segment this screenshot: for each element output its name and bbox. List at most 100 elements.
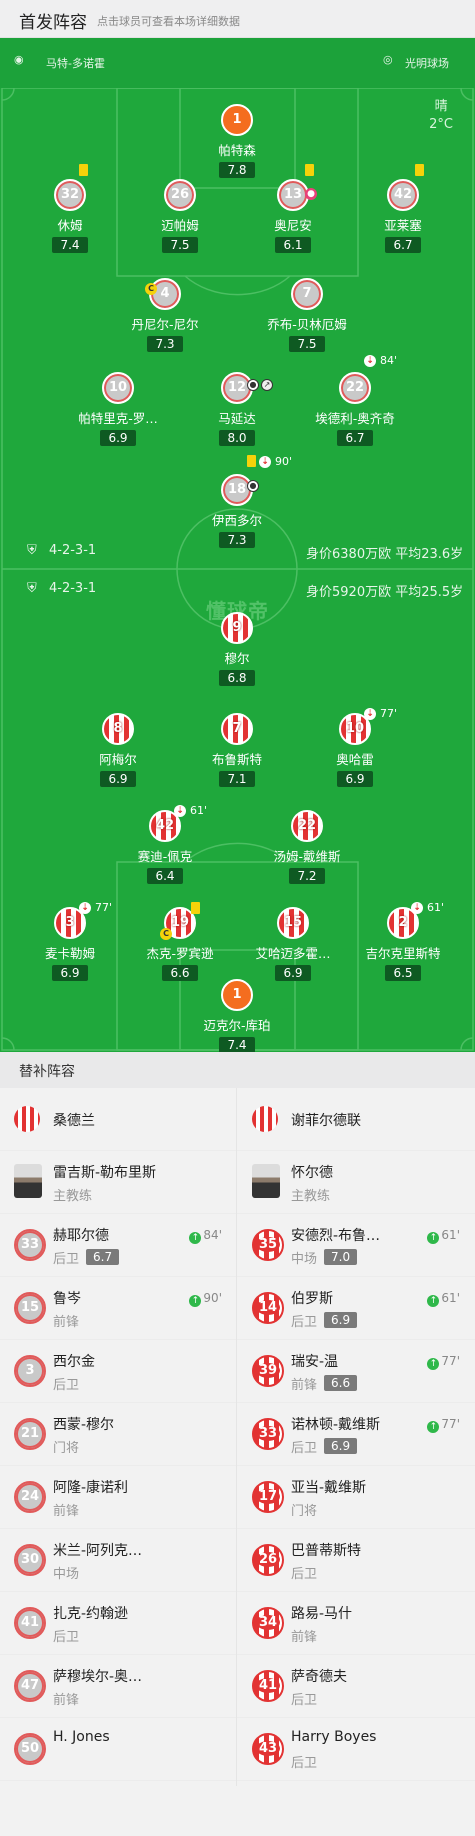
sub-player-left[interactable]: 24 阿隆-康诺利 前锋 bbox=[0, 1466, 236, 1529]
player-bottom[interactable]: 42 赛迪-佩克 6.4 bbox=[90, 810, 240, 884]
sub-player-left[interactable]: 33 赫耶尔德 后卫 6.7 ↑ 84' bbox=[0, 1214, 236, 1277]
sub-player-right[interactable]: 17 亚当-戴维斯 门将 bbox=[238, 1466, 474, 1529]
player-bottom[interactable]: 10 奥哈雷 6.9 bbox=[280, 713, 430, 787]
sub-off-icon: ⇣ bbox=[174, 805, 186, 817]
coach-right[interactable]: 怀尔德 主教练 bbox=[238, 1151, 474, 1214]
sub-player-left[interactable]: 15 鲁岑 前锋 ↑ 90' bbox=[0, 1277, 236, 1340]
sub-position: 后卫 bbox=[291, 1441, 318, 1456]
sub-position: 中场 bbox=[53, 1567, 80, 1582]
player-name: 赛迪-佩克 bbox=[137, 849, 193, 864]
sub-player-right[interactable]: 14 伯罗斯 后卫 6.9 ↑ 61' bbox=[238, 1277, 474, 1340]
coach-left[interactable]: 雷吉斯-勒布里斯 主教练 bbox=[0, 1151, 236, 1214]
player-top[interactable]: 18 伊西多尔 7.3 bbox=[162, 474, 312, 548]
sub-player-left[interactable]: 21 西蒙-穆尔 门将 bbox=[0, 1403, 236, 1466]
goal-icon: ● bbox=[247, 379, 259, 391]
sub-in-icon: ↑ bbox=[427, 1232, 440, 1244]
subs-row: 47 萨穆埃尔-奥… 前锋 41 萨奇德夫 后卫 bbox=[0, 1655, 475, 1718]
sub-in-minute: 61' bbox=[441, 1228, 460, 1242]
shirt-number-text: 33 bbox=[255, 1426, 281, 1441]
team-header-right: 谢菲尔德联 bbox=[238, 1088, 474, 1151]
sub-name: 萨奇德夫 bbox=[291, 1669, 347, 1685]
weather-text: 晴 bbox=[434, 99, 448, 114]
player-name: 奥哈雷 bbox=[336, 752, 374, 767]
sub-player-left[interactable]: 30 米兰-阿列克… 中场 bbox=[0, 1529, 236, 1592]
sub-player-right[interactable]: 33 诺林顿-戴维斯 后卫 6.9 ↑ 77' bbox=[238, 1403, 474, 1466]
subs-header: 替补阵容 bbox=[0, 1052, 475, 1088]
sub-in-time: ↑ 90' bbox=[189, 1291, 222, 1307]
subs-row: 雷吉斯-勒布里斯 主教练 怀尔德 主教练 bbox=[0, 1151, 475, 1214]
sub-player-right[interactable]: 43 Harry Boyes 后卫 bbox=[238, 1718, 474, 1781]
player-bottom[interactable]: 2 吉尔克里斯特 6.5 bbox=[328, 907, 475, 981]
player-top[interactable]: 1 帕特森 7.8 bbox=[162, 104, 312, 178]
sub-off-icon: ⇣ bbox=[364, 708, 376, 720]
subs-row: 桑德兰 谢菲尔德联 bbox=[0, 1088, 475, 1151]
sub-player-right[interactable]: 41 萨奇德夫 后卫 bbox=[238, 1655, 474, 1718]
shirt-number: 7 bbox=[221, 713, 253, 745]
coach-avatar bbox=[14, 1164, 42, 1198]
shirt-number: 15 bbox=[14, 1292, 46, 1324]
event-time-ohare: 77' bbox=[380, 707, 398, 720]
sub-in-time: ↑ 61' bbox=[427, 1291, 460, 1307]
shirt-number: 41 bbox=[14, 1607, 46, 1639]
lineup-title: 首发阵容 bbox=[19, 13, 87, 33]
player-rating: 6.9 bbox=[100, 771, 136, 787]
player-rating: 6.9 bbox=[337, 771, 373, 787]
sub-player-left[interactable]: 47 萨穆埃尔-奥… 前锋 bbox=[0, 1655, 236, 1718]
referee-name: 马特-多诺霍 bbox=[46, 57, 105, 70]
sub-player-left[interactable]: 3 西尔金 后卫 bbox=[0, 1340, 236, 1403]
sub-name: 西蒙-穆尔 bbox=[53, 1417, 115, 1433]
shirt-number: 30 bbox=[14, 1544, 46, 1576]
sub-in-minute: 90' bbox=[203, 1291, 222, 1305]
shirt-number: 8 bbox=[102, 713, 134, 745]
sub-player-right[interactable]: 39 瑞安-温 前锋 6.6 ↑ 77' bbox=[238, 1340, 474, 1403]
shirt-number: 50 bbox=[14, 1733, 46, 1765]
sub-name: 扎克-约翰逊 bbox=[53, 1606, 129, 1622]
sub-position: 后卫 bbox=[291, 1567, 318, 1582]
yellow-card-icon bbox=[191, 902, 200, 914]
home-crest-small: ⛨ bbox=[27, 581, 37, 596]
sub-player-right[interactable]: 35 安德烈-布鲁… 中场 7.0 ↑ 61' bbox=[238, 1214, 474, 1277]
lineup-header: 首发阵容 点击球员可查看本场详细数据 bbox=[0, 0, 475, 38]
player-bottom[interactable]: 22 汤姆-戴维斯 7.2 bbox=[232, 810, 382, 884]
player-bottom[interactable]: 9 穆尔 6.8 bbox=[162, 612, 312, 686]
player-top[interactable]: 42 亚莱塞 6.7 bbox=[328, 179, 475, 253]
sub-player-left[interactable]: 50 H. Jones bbox=[0, 1718, 236, 1781]
own-goal-icon: ● bbox=[305, 188, 317, 200]
shirt-number-text: 39 bbox=[255, 1363, 281, 1378]
sub-position: 前锋 bbox=[53, 1504, 80, 1519]
sub-off-icon: ⇣ bbox=[259, 456, 271, 468]
away-formation: 4-2-3-1 bbox=[49, 543, 97, 558]
sub-name: H. Jones bbox=[53, 1729, 110, 1745]
sub-position: 后卫 bbox=[53, 1378, 80, 1393]
sub-rating: 6.9 bbox=[324, 1438, 358, 1454]
player-rating: 6.7 bbox=[385, 237, 421, 253]
sub-position: 后卫 bbox=[291, 1693, 318, 1708]
sub-player-right[interactable]: 34 路易-马什 前锋 bbox=[238, 1592, 474, 1655]
shirt-number-text: 34 bbox=[255, 1615, 281, 1630]
sub-name: 巴普蒂斯特 bbox=[291, 1543, 361, 1559]
sub-player-left[interactable]: 41 扎克-约翰逊 后卫 bbox=[0, 1592, 236, 1655]
shirt-number-text: 47 bbox=[20, 1678, 40, 1693]
home-value: 身价5920万欧 平均25.5岁 bbox=[306, 585, 464, 600]
sub-name: 阿隆-康诺利 bbox=[53, 1480, 129, 1496]
player-bottom[interactable]: 1 迈克尔-库珀 7.4 bbox=[162, 979, 312, 1052]
player-top[interactable]: 7 乔布-贝林厄姆 7.5 bbox=[232, 278, 382, 352]
sub-in-minute: 77' bbox=[441, 1354, 460, 1368]
player-rating: 7.4 bbox=[52, 237, 88, 253]
temperature: 2°C bbox=[429, 117, 453, 132]
shirt-number: 26 bbox=[252, 1544, 284, 1576]
sub-name: 鲁岑 bbox=[53, 1291, 81, 1307]
player-top[interactable]: 4 丹尼尔-尼尔 7.3 bbox=[90, 278, 240, 352]
sub-player-right[interactable]: 26 巴普蒂斯特后卫 bbox=[238, 1529, 474, 1592]
sub-name: 怀尔德 bbox=[291, 1165, 333, 1181]
shirt-number: 22 bbox=[339, 372, 371, 404]
player-name: 乔布-贝林厄姆 bbox=[267, 317, 347, 332]
team-header-left: 桑德兰 bbox=[0, 1088, 236, 1151]
player-rating: 6.9 bbox=[100, 430, 136, 446]
sub-rating: 6.6 bbox=[324, 1375, 358, 1391]
event-time-gilchrist: 61' bbox=[427, 901, 445, 914]
player-top[interactable]: 22 埃德利-奥齐奇 6.7 bbox=[280, 372, 430, 446]
player-rating: 6.4 bbox=[147, 868, 183, 884]
player-name: 汤姆-戴维斯 bbox=[273, 849, 341, 864]
sub-in-minute: 77' bbox=[441, 1417, 460, 1431]
